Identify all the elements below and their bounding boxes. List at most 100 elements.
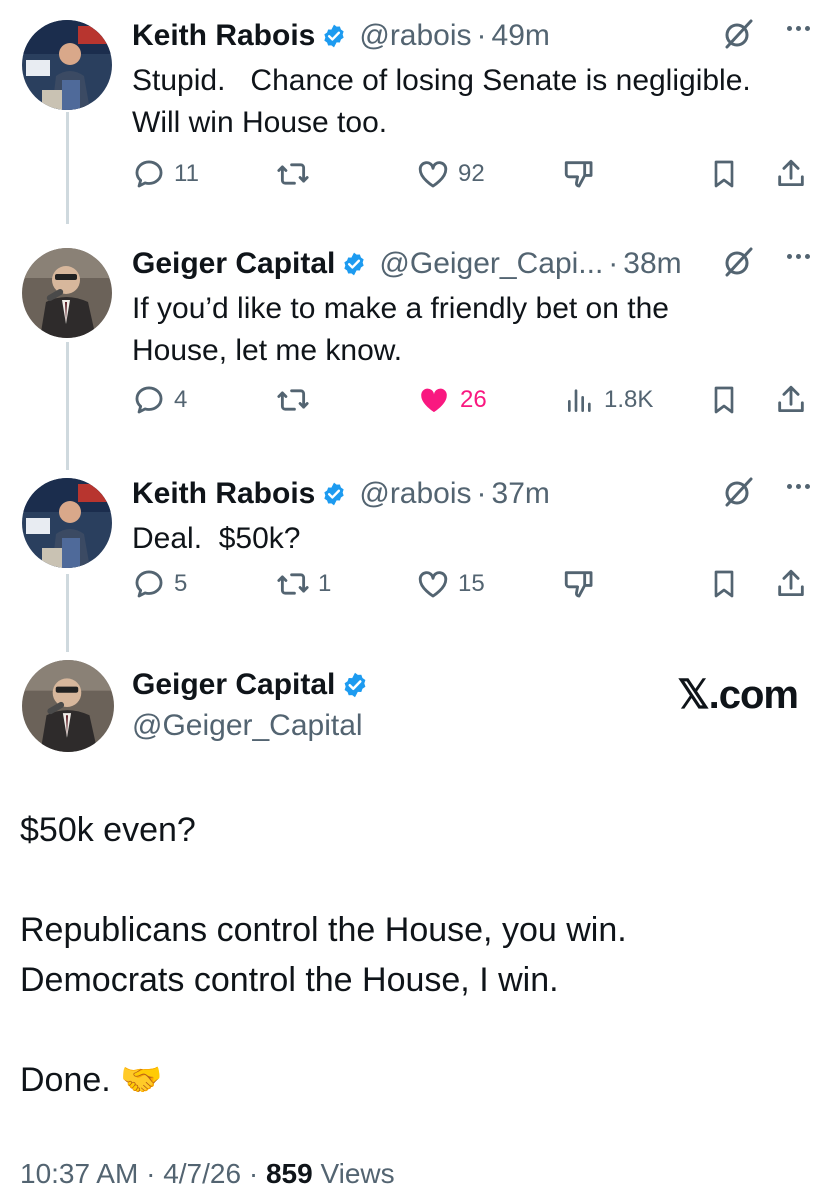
- more-options-icon[interactable]: [787, 26, 810, 31]
- repost-button[interactable]: [276, 154, 318, 194]
- repost-icon: [277, 389, 309, 411]
- avatar[interactable]: [22, 478, 112, 568]
- author-handle[interactable]: @Geiger_Capi...: [379, 247, 603, 281]
- reply-icon: [135, 386, 163, 414]
- author-name[interactable]: Keith Rabois: [132, 477, 315, 511]
- share-button[interactable]: [774, 380, 808, 420]
- bookmark-icon: [714, 570, 734, 598]
- bookmark-button[interactable]: [708, 380, 740, 420]
- separator-dot: ·: [608, 247, 619, 280]
- like-count: 26: [460, 386, 487, 413]
- bookmark-icon: [714, 160, 734, 188]
- bookmark-button[interactable]: [708, 564, 740, 604]
- tweet-text-line: Deal. $50k?: [132, 522, 301, 555]
- tweet-meta: 10:37 AM · 4/7/26 · 859 Views: [20, 1158, 395, 1190]
- like-button[interactable]: 92: [416, 154, 485, 194]
- views-chart-icon: [568, 389, 591, 412]
- reply-count: 4: [174, 386, 188, 413]
- tweet-text: Deal. $50k?: [132, 518, 802, 560]
- action-bar: 4 26 1.8K: [132, 380, 812, 420]
- grok-icon[interactable]: [722, 246, 754, 278]
- more-options-icon[interactable]: [787, 484, 810, 489]
- tweet-text: If you’d like to make a friendly bet on …: [132, 288, 802, 372]
- reply-button[interactable]: 4: [132, 380, 187, 420]
- author-name[interactable]: Geiger Capital: [132, 668, 335, 702]
- views-label: Views: [320, 1158, 395, 1189]
- repost-icon: [277, 573, 309, 595]
- separator-dot: ·: [476, 477, 487, 510]
- share-icon: [778, 385, 804, 413]
- separator-dot: ·: [146, 1158, 156, 1189]
- bookmark-button[interactable]: [708, 154, 740, 194]
- author-name-row: Geiger Capital: [132, 668, 381, 702]
- action-bar: 5 1 15: [132, 564, 812, 604]
- verified-badge-icon: [321, 23, 347, 49]
- repost-icon: [277, 163, 309, 185]
- like-count: 15: [458, 570, 485, 597]
- reply-tweet[interactable]: Keith Rabois @rabois · 37m Deal. $50k? 5…: [0, 458, 832, 648]
- reply-tweet[interactable]: Keith Rabois @rabois · 49m Stupid. Chanc…: [0, 0, 832, 215]
- tweet-header: Geiger Capital @Geiger_Capi... · 38m: [132, 244, 682, 284]
- author-handle[interactable]: @Geiger_Capital: [132, 709, 363, 743]
- share-button[interactable]: [774, 564, 808, 604]
- author-name[interactable]: Keith Rabois: [132, 19, 315, 53]
- verified-badge-icon: [341, 251, 367, 277]
- tweet-header: Keith Rabois @rabois · 49m: [132, 16, 550, 56]
- tweet-text-line: If you’d like to make a friendly bet on …: [132, 292, 669, 325]
- tweet-text-line: Done. 🤝: [20, 1061, 163, 1099]
- views-count: 859: [265, 1158, 313, 1189]
- views-count: 1.8K: [604, 386, 654, 413]
- tweet-time[interactable]: 37m: [492, 477, 550, 511]
- more-options-icon[interactable]: [787, 254, 810, 259]
- separator-dot: ·: [248, 1158, 259, 1189]
- repost-count: 1: [318, 570, 332, 597]
- tweet-text-line: $50k even?: [20, 811, 196, 849]
- grok-icon[interactable]: [722, 18, 754, 50]
- thumbs-down-icon: [564, 161, 593, 188]
- avatar[interactable]: [22, 660, 114, 752]
- bookmark-icon: [714, 386, 734, 414]
- like-button[interactable]: 15: [416, 564, 485, 604]
- author-name[interactable]: Geiger Capital: [132, 247, 335, 281]
- avatar[interactable]: [22, 248, 112, 338]
- like-button[interactable]: 26: [416, 380, 487, 420]
- heart-filled-icon: [421, 388, 447, 413]
- heart-icon: [418, 161, 448, 188]
- tweet-text-line: Will win House too.: [132, 106, 388, 139]
- verified-badge-icon: [321, 481, 347, 507]
- tweet-time[interactable]: 38m: [623, 247, 681, 281]
- separator-dot: ·: [476, 19, 487, 52]
- avatar[interactable]: [22, 20, 112, 110]
- thumbs-down-icon: [564, 571, 593, 598]
- tweet-text-line: House, let me know.: [132, 334, 403, 367]
- tweet-time[interactable]: 49m: [492, 19, 550, 53]
- like-count: 92: [458, 160, 485, 187]
- repost-button[interactable]: 1: [276, 564, 331, 604]
- tweet-text-line: Stupid. Chance of losing Senate is negli…: [132, 64, 751, 97]
- tweet-text-line: Republicans control the House, you win.: [20, 911, 627, 949]
- tweet-text: Stupid. Chance of losing Senate is negli…: [132, 60, 802, 144]
- reply-count: 5: [174, 570, 188, 597]
- reply-count: 11: [174, 160, 199, 187]
- reply-tweet[interactable]: Geiger Capital @Geiger_Capi... · 38m If …: [0, 228, 832, 453]
- reply-button[interactable]: 5: [132, 564, 187, 604]
- tweet-time[interactable]: 10:37 AM: [20, 1158, 138, 1189]
- share-icon: [778, 159, 804, 187]
- reply-button[interactable]: 11: [132, 154, 199, 194]
- views-button[interactable]: 1.8K: [564, 380, 653, 420]
- reply-icon: [135, 570, 163, 598]
- share-icon: [778, 569, 804, 597]
- action-bar: 11 92: [132, 154, 812, 194]
- repost-button[interactable]: [276, 380, 318, 420]
- author-handle[interactable]: @rabois: [359, 477, 471, 511]
- share-button[interactable]: [774, 154, 808, 194]
- author-handle[interactable]: @rabois: [359, 19, 471, 53]
- heart-icon: [418, 571, 448, 598]
- x-com-logo: 𝕏.com: [677, 673, 799, 717]
- reply-icon: [135, 160, 163, 188]
- dislike-button[interactable]: [562, 564, 596, 604]
- dislike-button[interactable]: [562, 154, 596, 194]
- tweet-header: Keith Rabois @rabois · 37m: [132, 474, 550, 514]
- grok-icon[interactable]: [722, 476, 754, 508]
- tweet-date[interactable]: 4/7/26: [163, 1158, 241, 1189]
